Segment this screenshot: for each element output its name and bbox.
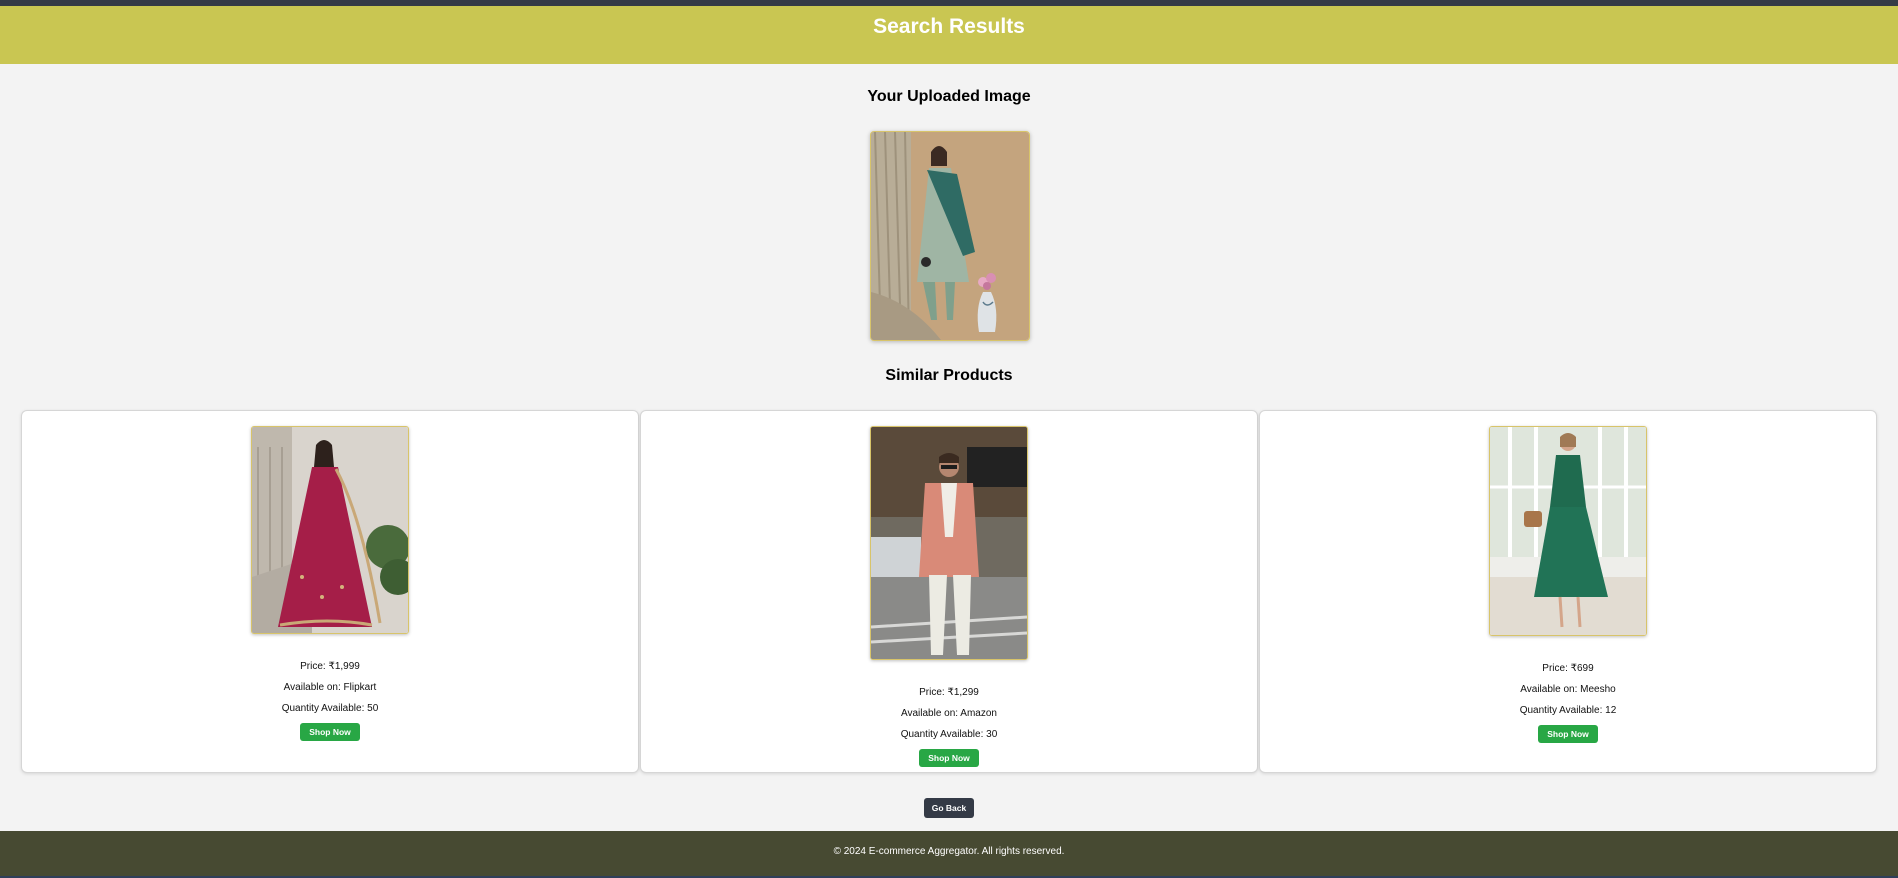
product-quantity: Quantity Available: 30 — [900, 729, 998, 740]
product-price: Price: ₹1,999 — [300, 661, 360, 672]
page-title: Search Results — [873, 15, 1025, 38]
product-quantity: Quantity Available: 12 — [1519, 705, 1617, 716]
shop-now-button[interactable]: Shop Now — [300, 723, 360, 741]
product-price: Price: ₹699 — [1542, 663, 1594, 674]
product-image-3[interactable] — [1489, 426, 1647, 636]
go-back-button[interactable]: Go Back — [924, 798, 974, 818]
product-info-2: Price: ₹1,299 Available on: Amazon Quant… — [641, 682, 1257, 767]
product-info-3: Price: ₹699 Available on: Meesho Quantit… — [1260, 658, 1876, 743]
similar-products-heading: Similar Products — [885, 367, 1013, 384]
uploaded-image — [870, 131, 1030, 341]
product-platform: Available on: Amazon — [901, 708, 997, 719]
product-price: Price: ₹1,299 — [919, 687, 979, 698]
product-info-1: Price: ₹1,999 Available on: Flipkart Qua… — [22, 656, 638, 741]
product-image-2[interactable] — [870, 426, 1028, 660]
product-platform: Available on: Meesho — [1520, 684, 1616, 695]
product-quantity: Quantity Available: 50 — [281, 703, 379, 714]
page-header: Search Results — [0, 6, 1898, 64]
product-card-3: Price: ₹699 Available on: Meesho Quantit… — [1259, 410, 1877, 773]
product-card-2: Price: ₹1,299 Available on: Amazon Quant… — [640, 410, 1258, 773]
similar-products-list: Price: ₹1,999 Available on: Flipkart Qua… — [21, 410, 1878, 773]
page-footer: © 2024 E-commerce Aggregator. All rights… — [0, 831, 1898, 876]
footer-copyright: © 2024 E-commerce Aggregator. All rights… — [833, 846, 1065, 857]
product-platform: Available on: Flipkart — [283, 682, 377, 693]
shop-now-button[interactable]: Shop Now — [1538, 725, 1598, 743]
product-image-1[interactable] — [251, 426, 409, 634]
product-card-1: Price: ₹1,999 Available on: Flipkart Qua… — [21, 410, 639, 773]
uploaded-image-heading: Your Uploaded Image — [867, 88, 1031, 105]
shop-now-button[interactable]: Shop Now — [919, 749, 979, 767]
